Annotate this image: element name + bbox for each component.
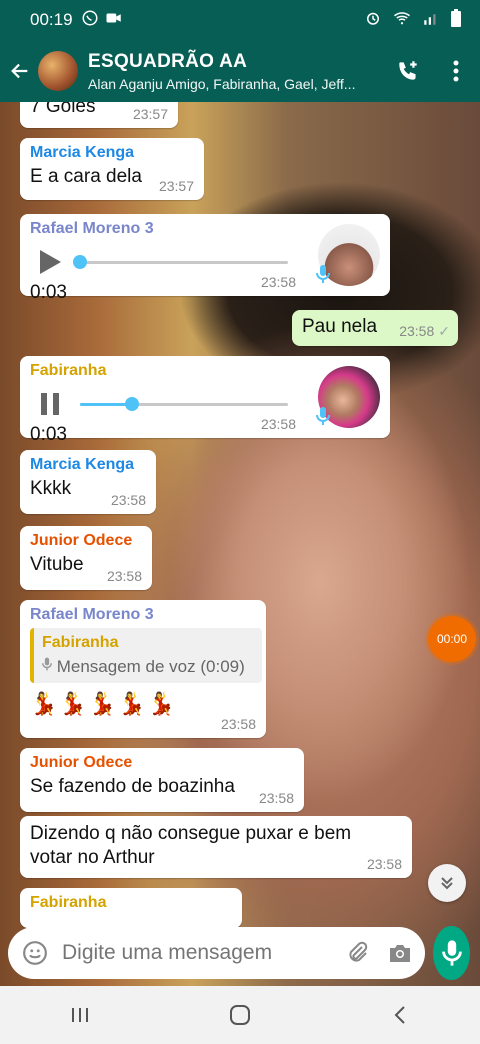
- message-input[interactable]: [62, 941, 333, 965]
- chat-title-area[interactable]: ESQUADRÃO AA Alan Aganju Amigo, Fabiranh…: [88, 51, 384, 92]
- voice-record-button[interactable]: [433, 926, 470, 980]
- message-text: Dizendo q não consegue puxar e bem votar…: [30, 823, 352, 868]
- message-time-with-check: 23:58 ✓: [399, 323, 450, 340]
- group-members: Alan Aganju Amigo, Fabiranha, Gael, Jeff…: [88, 75, 356, 92]
- voice-progress-track[interactable]: [73, 254, 288, 269]
- status-bar: 00:19: [0, 0, 480, 40]
- message-time: 23:57: [158, 178, 194, 194]
- message-text: Se fazendo de boazinha: [30, 776, 235, 797]
- play-button[interactable]: [30, 242, 70, 282]
- emoji-icon[interactable]: [18, 936, 52, 970]
- microphone-icon: [441, 940, 462, 966]
- microphone-icon: [42, 657, 52, 676]
- quoted-message[interactable]: Fabiranha Mensagem de voz (0:09): [30, 628, 262, 683]
- voice-progress-track[interactable]: [80, 396, 288, 411]
- quoted-text: Mensagem de voz (0:09): [56, 657, 245, 676]
- home-icon[interactable]: [210, 995, 270, 1035]
- back-arrow-icon[interactable]: [2, 51, 38, 91]
- message-sender[interactable]: Marcia Kenga: [30, 456, 146, 474]
- outgoing-message-bubble[interactable]: Pau nela 23:58 ✓: [292, 310, 458, 346]
- voice-duration: 0:03: [30, 424, 67, 445]
- message-time: 23:58: [399, 323, 435, 339]
- video-camera-icon: [105, 9, 123, 32]
- message-time: 23:58: [258, 790, 294, 806]
- microphone-icon: [316, 264, 330, 290]
- message-bubble[interactable]: Marcia Kenga Kkkk 23:58: [20, 450, 156, 514]
- quoted-sender: Fabiranha: [42, 634, 119, 651]
- voice-duration: 0:03: [30, 282, 67, 303]
- add-call-button[interactable]: [384, 47, 432, 95]
- message-sender[interactable]: Rafael Moreno 3: [30, 606, 256, 624]
- attach-icon[interactable]: [341, 936, 375, 970]
- voice-message-bubble[interactable]: Rafael Moreno 3 0:03 23:58: [20, 214, 390, 303]
- message-time: 23:58: [220, 716, 256, 732]
- scroll-to-bottom-button[interactable]: [428, 864, 466, 902]
- chat-header: ESQUADRÃO AA Alan Aganju Amigo, Fabiranh…: [0, 40, 480, 102]
- signal-icon: [422, 9, 440, 32]
- quoted-voice-label: Mensagem de voz (0:09): [42, 656, 254, 677]
- message-bubble[interactable]: Junior Odece Vitube 23:58: [20, 526, 152, 590]
- back-icon[interactable]: [370, 995, 430, 1035]
- message-bubble[interactable]: Dizendo q não consegue puxar e bem votar…: [20, 816, 412, 878]
- alarm-icon: [364, 9, 382, 32]
- recent-apps-icon[interactable]: [50, 995, 110, 1035]
- voice-progress-knob[interactable]: [125, 396, 139, 411]
- message-sender[interactable]: Fabiranha: [30, 894, 232, 912]
- message-sender[interactable]: Junior Odece: [30, 754, 294, 772]
- camera-icon[interactable]: [383, 936, 417, 970]
- message-input-box: [8, 927, 425, 979]
- message-time: 23:58: [260, 274, 296, 290]
- microphone-icon: [316, 406, 330, 432]
- floating-call-timer[interactable]: 00:00: [428, 616, 476, 662]
- system-navigation-bar: [0, 986, 480, 1044]
- battery-icon: [450, 8, 462, 33]
- message-text: Pau nela: [302, 316, 378, 337]
- message-time: 23:58: [110, 492, 146, 508]
- group-name: ESQUADRÃO AA: [88, 50, 248, 72]
- message-bubble[interactable]: Junior Odece Se fazendo de boazinha 23:5…: [20, 748, 304, 812]
- message-sender[interactable]: Junior Odece: [30, 532, 142, 550]
- pause-button[interactable]: [30, 384, 70, 424]
- message-time: 23:58: [106, 568, 142, 584]
- voice-message-bubble[interactable]: Fabiranha 0:03 23:58: [20, 356, 390, 445]
- message-time: 23:57: [132, 106, 168, 122]
- message-bubble[interactable]: 7 Goles 23:57: [20, 102, 178, 128]
- sent-check-icon: ✓: [438, 323, 450, 339]
- composer: [0, 920, 480, 986]
- status-time: 00:19: [30, 10, 73, 29]
- message-emojis: 💃💃💃💃💃: [30, 691, 177, 716]
- reply-message-bubble[interactable]: Rafael Moreno 3 Fabiranha Mensagem de vo…: [20, 600, 266, 738]
- message-bubble[interactable]: Marcia Kenga E a cara dela 23:57: [20, 138, 204, 200]
- wifi-icon: [392, 9, 412, 32]
- double-chevron-down-icon: [441, 877, 453, 890]
- more-options-icon[interactable]: [432, 47, 480, 95]
- chat-wallpaper: 7 Goles 23:57 Marcia Kenga E a cara dela…: [0, 102, 480, 986]
- message-text: 7 Goles: [30, 102, 96, 117]
- message-time: 23:58: [366, 856, 402, 872]
- voice-progress-knob[interactable]: [73, 254, 87, 269]
- message-time: 23:58: [260, 416, 296, 432]
- group-avatar[interactable]: [38, 51, 78, 91]
- message-sender[interactable]: Marcia Kenga: [30, 144, 194, 162]
- whatsapp-notification-icon: [81, 9, 99, 32]
